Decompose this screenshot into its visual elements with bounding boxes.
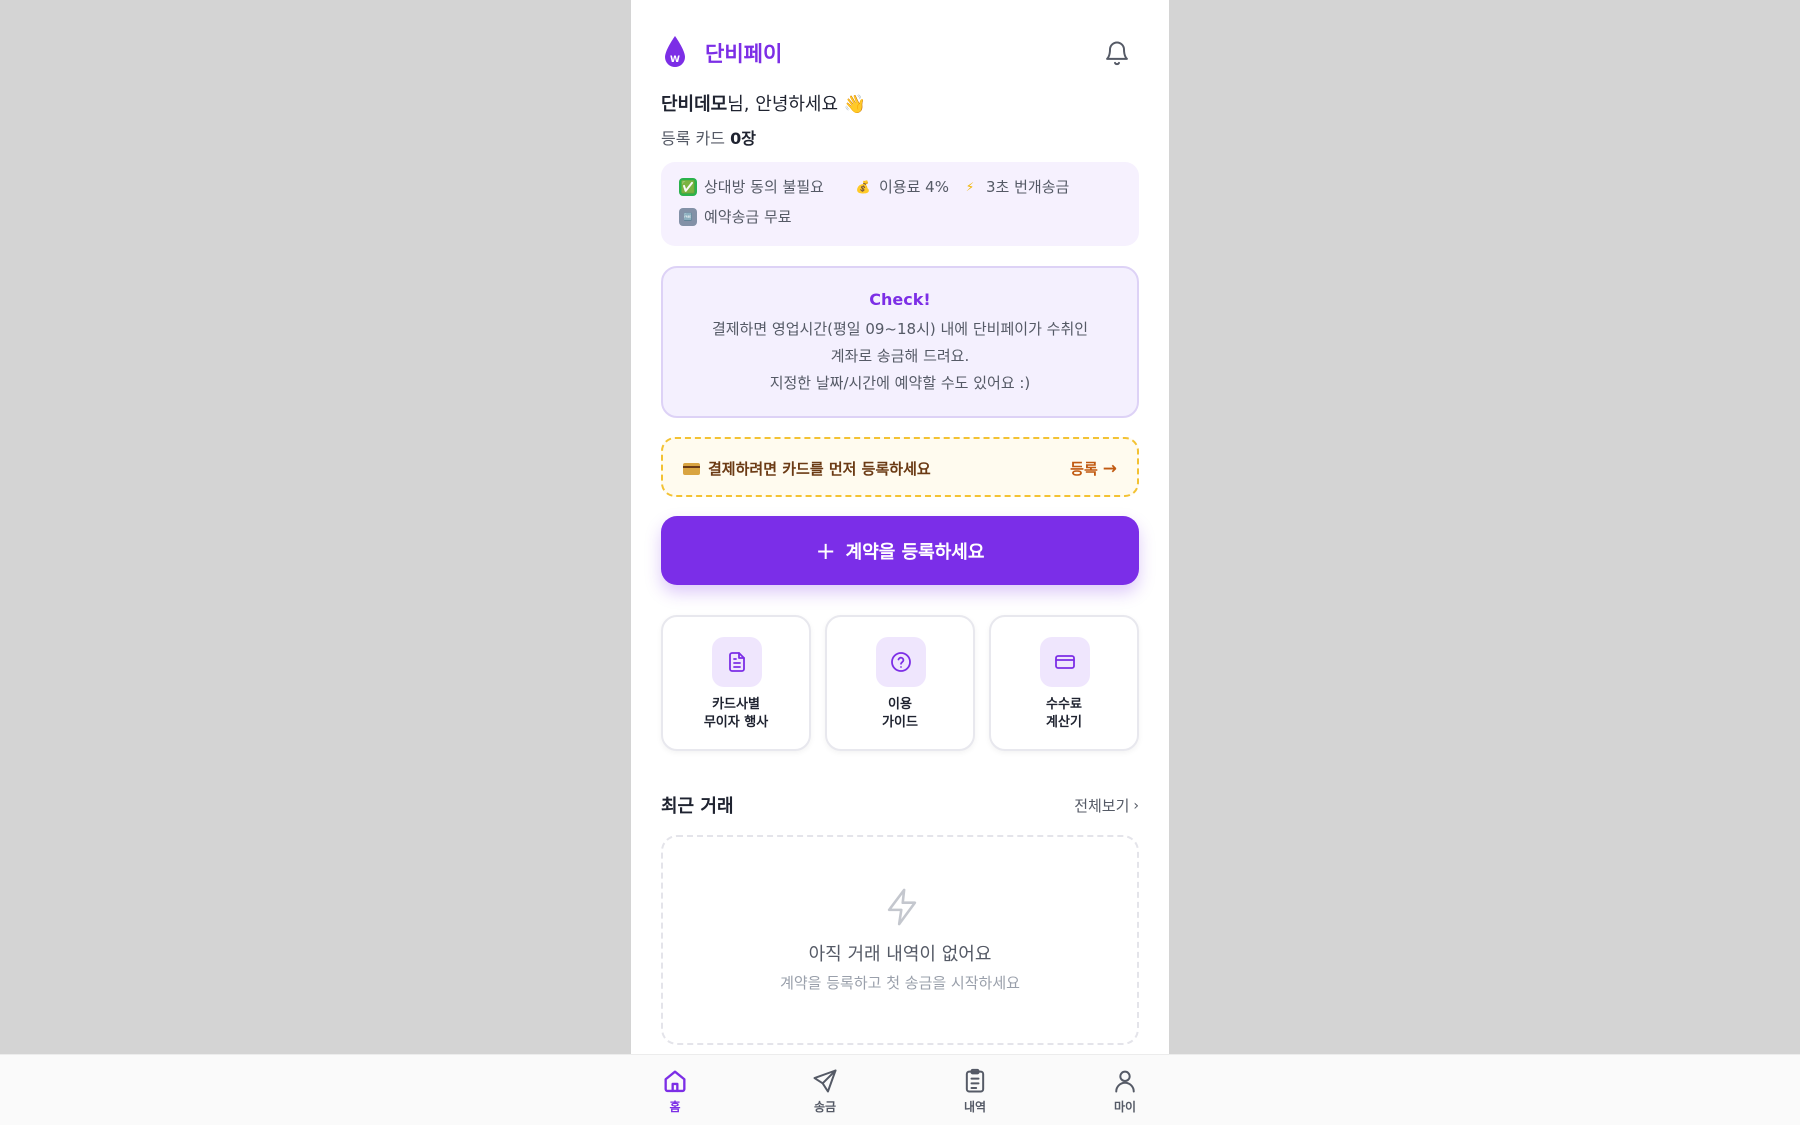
warning-text: 결제하려면 카드를 먼저 등록하세요 [708, 460, 931, 478]
nav-home[interactable]: 홈 [645, 1067, 705, 1115]
document-icon [712, 637, 762, 687]
check-body: 결제하면 영업시간(평일 09~18시) 내에 단비페이가 수취인 계좌로 송금… [663, 316, 1137, 397]
tile-label-line: 카드사별 [712, 697, 760, 712]
arrow-right-icon: → [1102, 458, 1117, 479]
feature-text: 상대방 동의 불필요 [704, 178, 824, 196]
card-icon [683, 462, 700, 475]
tile-label: 이용 가이드 [827, 696, 973, 732]
tile-label-line: 계산기 [1046, 715, 1082, 730]
nav-send[interactable]: 송금 [795, 1067, 855, 1115]
nav-my[interactable]: 마이 [1095, 1067, 1155, 1115]
tile-label: 카드사별 무이자 행사 [663, 696, 809, 732]
nav-label: 송금 [813, 1100, 837, 1114]
greeting-text: 님, 안녕하세요 [727, 94, 839, 115]
registered-cards-label: 등록 카드 [661, 129, 725, 148]
nav-history[interactable]: 내역 [945, 1067, 1005, 1115]
tile-label-line: 가이드 [882, 715, 918, 730]
app-screen: W 단비페이 단비데모님, 안녕하세요 👋 등록 카드 0장 ✅ 상대방 동의 … [631, 0, 1169, 1125]
feature-item: 💰 이용료 4% [854, 176, 949, 197]
check-mark-icon: ✅ [679, 177, 697, 196]
lightning-icon: ⚡ [965, 179, 975, 194]
feature-item: 🆓 예약송금 무료 [679, 206, 792, 227]
nav-label: 홈 [669, 1100, 681, 1114]
feature-item: ✅ 상대방 동의 불필요 [679, 176, 824, 197]
register-contract-label: 계약을 등록하세요 [845, 541, 985, 563]
tile-label-line: 무이자 행사 [703, 715, 769, 730]
quick-menu: 카드사별 무이자 행사 이용 가이드 수수료 계산기 [661, 615, 1139, 751]
tile-label-line: 이용 [888, 697, 912, 712]
see-all-link[interactable]: 전체보기 › [1074, 795, 1139, 816]
check-line: 결제하면 영업시간(평일 09~18시) 내에 단비페이가 수취인 [711, 320, 1089, 338]
home-icon [664, 1070, 686, 1093]
empty-subtitle: 계약을 등록하고 첫 송금을 시작하세요 [780, 974, 1020, 992]
money-bag-icon: 💰 [855, 179, 871, 194]
warning-message: 결제하려면 카드를 먼저 등록하세요 [683, 458, 931, 479]
clipboard-icon [965, 1068, 985, 1093]
register-card-label: 등록 [1070, 460, 1098, 478]
question-circle-icon [876, 637, 926, 687]
chevron-right-icon: › [1133, 797, 1139, 814]
feature-item: ⚡ 3초 번개송금 [961, 176, 1070, 197]
register-contract-button[interactable]: + 계약을 등록하세요 [661, 516, 1139, 585]
see-all-label: 전체보기 [1074, 797, 1130, 815]
credit-card-icon [1040, 637, 1090, 687]
tile-usage-guide[interactable]: 이용 가이드 [825, 615, 975, 751]
nav-label: 마이 [1113, 1100, 1137, 1114]
feature-text: 3초 번개송금 [986, 178, 1070, 196]
user-icon [1115, 1070, 1135, 1093]
brand-name: 단비페이 [705, 42, 783, 66]
tile-label: 수수료 계산기 [991, 696, 1137, 732]
empty-transactions: 아직 거래 내역이 없어요 계약을 등록하고 첫 송금을 시작하세요 [661, 835, 1139, 1045]
register-card-link[interactable]: 등록 → [1070, 458, 1117, 479]
feature-text: 이용료 4% [879, 178, 949, 196]
check-notice: Check! 결제하면 영업시간(평일 09~18시) 내에 단비페이가 수취인… [661, 266, 1139, 418]
check-title: Check! [869, 290, 931, 309]
feature-box: ✅ 상대방 동의 불필요 💰 이용료 4% ⚡ 3초 번개송금 🆓 예약송금 무… [661, 162, 1139, 246]
header: W 단비페이 [661, 34, 1139, 70]
bottom-nav: 홈 송금 내역 마이 [0, 1054, 1800, 1125]
check-line: 지정한 날짜/시간에 예약할 수도 있어요 :) [769, 374, 1031, 392]
svg-text:W: W [670, 55, 680, 65]
nav-label: 내역 [963, 1100, 987, 1114]
tile-label-line: 수수료 [1046, 697, 1082, 712]
registered-cards-count: 0장 [730, 129, 756, 148]
send-icon [813, 1069, 837, 1093]
empty-title: 아직 거래 내역이 없어요 [808, 944, 992, 965]
wave-emoji: 👋 [843, 94, 867, 115]
greeting: 단비데모님, 안녕하세요 👋 [661, 90, 866, 116]
free-icon: 🆓 [679, 207, 697, 226]
feature-text: 예약송금 무료 [704, 208, 792, 226]
user-name: 단비데모 [661, 94, 728, 115]
recent-transactions-title: 최근 거래 [661, 796, 734, 817]
lightning-outline-icon [887, 888, 917, 926]
bell-icon[interactable] [1103, 39, 1131, 67]
registered-cards: 등록 카드 0장 [661, 125, 756, 149]
tile-fee-calculator[interactable]: 수수료 계산기 [989, 615, 1139, 751]
check-line: 계좌로 송금해 드려요. [830, 347, 970, 365]
tile-card-promotions[interactable]: 카드사별 무이자 행사 [661, 615, 811, 751]
logo-icon: W [665, 36, 685, 67]
plus-icon: + [815, 536, 836, 565]
card-register-warning[interactable]: 결제하려면 카드를 먼저 등록하세요 등록 → [661, 437, 1139, 497]
